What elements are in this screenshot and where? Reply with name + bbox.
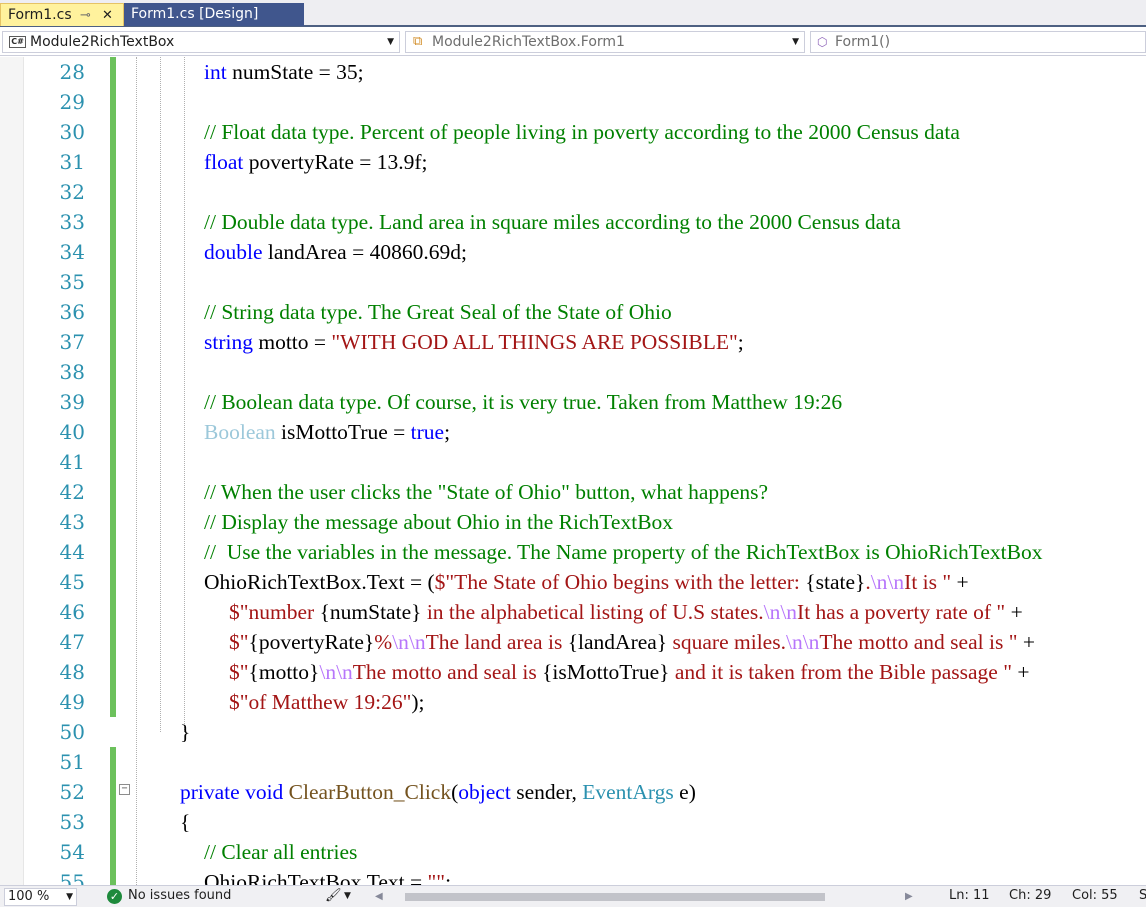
code-line-54[interactable]: // Clear all entries	[204, 837, 357, 867]
code-line-55[interactable]: OhioRichTextBox.Text = "";	[204, 867, 451, 885]
line-number: 51	[59, 750, 85, 774]
code-line-30[interactable]: // Float data type. Percent of people li…	[204, 117, 960, 147]
class-icon: ⧉	[413, 34, 423, 49]
code-line-33[interactable]: // Double data type. Land area in square…	[204, 207, 901, 237]
line-number: 53	[59, 810, 85, 834]
code-line-31[interactable]: float povertyRate = 13.9f;	[204, 147, 428, 177]
tab-form1-cs[interactable]: Form1.cs ⊸ ✕	[0, 3, 124, 26]
line-number: 37	[59, 330, 85, 354]
line-number: 28	[59, 60, 85, 84]
change-tracking-bar	[110, 57, 116, 717]
line-number: 30	[59, 120, 85, 144]
horizontal-scrollbar[interactable]: ◀ ▶	[375, 890, 925, 904]
line-number: 29	[59, 90, 85, 114]
tab-label: Form1.cs [Design]	[131, 6, 259, 22]
code-line-42[interactable]: // When the user clicks the "State of Oh…	[204, 477, 768, 507]
column-indicator[interactable]: Col: 55	[1072, 887, 1118, 905]
line-number: 48	[59, 660, 85, 684]
check-circle-icon[interactable]: ✓	[107, 889, 122, 904]
indent-guide	[160, 57, 161, 732]
line-number: 50	[59, 720, 85, 744]
line-number: 52	[59, 780, 85, 804]
line-number: 34	[59, 240, 85, 264]
tab-form1-design[interactable]: Form1.cs [Design]	[124, 3, 304, 26]
csharp-project-icon: C#	[9, 36, 26, 48]
line-number: 49	[59, 690, 85, 714]
class-dropdown[interactable]: ⧉ Module2RichTextBox.Form1 ▼	[405, 31, 805, 53]
zoom-level: 100 %	[8, 889, 50, 904]
chevron-down-icon[interactable]: ▼	[344, 887, 351, 905]
code-line-47[interactable]: $"{povertyRate}%\n\nThe land area is {la…	[229, 627, 1035, 657]
close-icon[interactable]: ✕	[102, 4, 113, 27]
issues-status[interactable]: No issues found	[128, 887, 231, 905]
line-number: 42	[59, 480, 85, 504]
line-number: 38	[59, 360, 85, 384]
scroll-left-icon[interactable]: ◀	[375, 890, 383, 904]
code-line-52[interactable]: private void ClearButton_Click(object se…	[180, 777, 696, 807]
code-cleanup-icon[interactable]: 🖌	[325, 887, 342, 905]
code-line-44[interactable]: // Use the variables in the message. The…	[204, 537, 1043, 567]
line-number: 35	[59, 270, 85, 294]
line-number: 44	[59, 540, 85, 564]
line-number: 45	[59, 570, 85, 594]
code-line-37[interactable]: string motto = "WITH GOD ALL THINGS ARE …	[204, 327, 744, 357]
code-editor[interactable]: 28 29 30 31 32 33 34 35 36 37 38 39 40 4…	[0, 57, 1146, 885]
line-number: 40	[59, 420, 85, 444]
document-tab-bar: Form1.cs ⊸ ✕ Form1.cs [Design]	[0, 0, 1146, 27]
code-line-49[interactable]: $"of Matthew 19:26");	[229, 687, 425, 717]
line-number: 32	[59, 180, 85, 204]
method-icon: ⬡	[817, 35, 828, 49]
line-number: 43	[59, 510, 85, 534]
code-line-53[interactable]: {	[180, 807, 190, 837]
zoom-dropdown[interactable]: 100 % ▼	[4, 888, 77, 906]
project-dropdown[interactable]: C# Module2RichTextBox ▼	[2, 31, 400, 53]
code-line-40[interactable]: Boolean isMottoTrue = true;	[204, 417, 450, 447]
code-line-45[interactable]: OhioRichTextBox.Text = ($"The State of O…	[204, 567, 969, 597]
line-number: 55	[59, 870, 85, 885]
code-line-46[interactable]: $"number {numState} in the alphabetical …	[229, 597, 1023, 627]
pin-icon[interactable]: ⊸	[80, 4, 91, 27]
line-number: 33	[59, 210, 85, 234]
code-line-36[interactable]: // String data type. The Great Seal of t…	[204, 297, 672, 327]
char-indicator[interactable]: Ch: 29	[1009, 887, 1051, 905]
code-line-39[interactable]: // Boolean data type. Of course, it is v…	[204, 387, 842, 417]
line-number: 39	[59, 390, 85, 414]
indicator-margin[interactable]	[0, 57, 24, 885]
indent-guide	[184, 57, 185, 732]
code-line-43[interactable]: // Display the message about Ohio in the…	[204, 507, 673, 537]
change-tracking-bar	[110, 747, 116, 885]
navigation-bar: C# Module2RichTextBox ▼ ⧉ Module2RichTex…	[0, 29, 1146, 56]
tab-label: Form1.cs	[8, 7, 72, 23]
line-number: 54	[59, 840, 85, 864]
line-indicator[interactable]: Ln: 11	[949, 887, 990, 905]
project-name: Module2RichTextBox	[30, 34, 175, 50]
chevron-down-icon: ▼	[387, 37, 394, 47]
scrollbar-thumb[interactable]	[405, 893, 825, 901]
line-number: 46	[59, 600, 85, 624]
class-name: Module2RichTextBox.Form1	[432, 34, 625, 50]
whitespace-mode[interactable]: SPC	[1139, 887, 1146, 905]
editor-status-bar: 100 % ▼ ✓ No issues found 🖌 ▼ ◀ ▶ Ln: 11…	[0, 885, 1146, 907]
chevron-down-icon: ▼	[792, 37, 799, 47]
collapse-region-icon[interactable]: −	[119, 784, 130, 795]
line-number: 36	[59, 300, 85, 324]
code-line-48[interactable]: $"{motto}\n\nThe motto and seal is {isMo…	[229, 657, 1030, 687]
scroll-right-icon[interactable]: ▶	[905, 890, 913, 904]
line-number: 31	[59, 150, 85, 174]
member-name: Form1()	[835, 34, 891, 50]
indent-guide	[136, 57, 137, 885]
code-line-28[interactable]: int numState = 35;	[204, 57, 364, 87]
line-number: 41	[59, 450, 85, 474]
code-line-50[interactable]: }	[180, 717, 190, 747]
member-dropdown[interactable]: ⬡ Form1()	[810, 31, 1146, 53]
line-number: 47	[59, 630, 85, 654]
code-line-34[interactable]: double landArea = 40860.69d;	[204, 237, 467, 267]
chevron-down-icon: ▼	[66, 892, 73, 902]
